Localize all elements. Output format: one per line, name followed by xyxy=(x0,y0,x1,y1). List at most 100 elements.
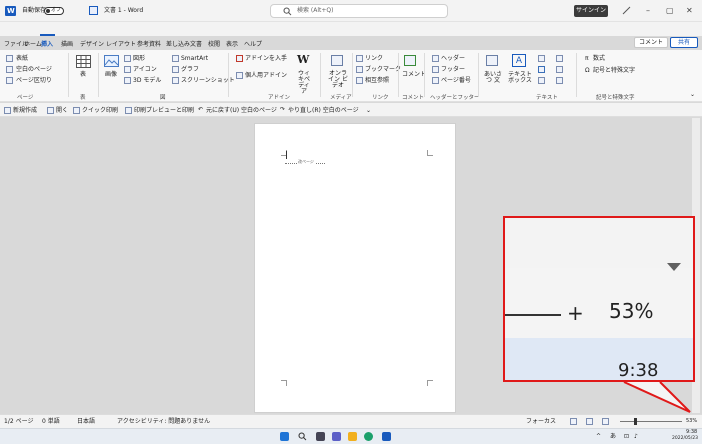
cover-page-button[interactable]: 表紙 xyxy=(16,56,28,62)
document-page[interactable]: 改ページ xyxy=(254,123,456,413)
zoom-callout: + 53% 9:38 xyxy=(503,216,695,382)
picture-icon xyxy=(104,55,119,67)
zoom-level[interactable]: 53% xyxy=(686,419,697,424)
blank-page-button[interactable]: 空白のページ xyxy=(16,67,52,73)
chat-icon[interactable] xyxy=(332,432,341,441)
tab-home[interactable]: ホーム xyxy=(24,42,42,48)
screenshot-button[interactable]: スクリーンショット xyxy=(181,78,235,84)
3d-model-button[interactable]: 3D モデル xyxy=(133,78,161,84)
ime-indicator[interactable]: あ xyxy=(610,434,616,440)
print-preview-icon xyxy=(125,107,132,114)
quick-print-button[interactable]: クイック印刷 xyxy=(82,108,118,114)
ribbon-tabs: ファイル ホーム 挿入 描画 デザイン レイアウト 参考資料 差し込み文書 校閲… xyxy=(0,22,702,48)
clock-time[interactable]: 9:38 xyxy=(686,430,697,435)
taskbar-search-icon[interactable] xyxy=(298,432,307,441)
my-addins-button[interactable]: 個人用アドイン xyxy=(245,73,287,79)
active-tab-indicator xyxy=(40,34,55,36)
open-button[interactable]: 開く xyxy=(56,108,68,114)
bookmark-button[interactable]: ブックマーク xyxy=(365,67,401,73)
ribbon-separator xyxy=(68,53,69,97)
print-preview-button[interactable]: 印刷プレビューと印刷 xyxy=(134,108,194,114)
cross-reference-button[interactable]: 相互参照 xyxy=(365,78,389,84)
task-view-icon[interactable] xyxy=(316,432,325,441)
smartart-button[interactable]: SmartArt xyxy=(181,56,208,62)
shapes-button[interactable]: 図形 xyxy=(133,56,145,62)
edge-icon[interactable] xyxy=(364,432,373,441)
tray-overflow-icon[interactable]: ^ xyxy=(596,434,601,440)
comments-button[interactable]: コメント xyxy=(634,37,668,48)
picture-button[interactable]: 画像 xyxy=(105,72,117,78)
accessibility-status[interactable]: アクセシビリティ: 問題ありません xyxy=(117,419,210,425)
new-document-button[interactable]: 新規作成 xyxy=(13,108,37,114)
share-button-label: 共有 xyxy=(677,39,690,46)
tab-references[interactable]: 参考資料 xyxy=(137,42,161,48)
ribbon-separator xyxy=(398,53,399,97)
tab-insert[interactable]: 挿入 xyxy=(41,42,53,48)
web-layout-icon[interactable] xyxy=(602,418,609,425)
scroll-down-arrow-icon[interactable] xyxy=(667,263,681,271)
network-icon[interactable]: ⊡ xyxy=(624,434,629,440)
undo-button[interactable]: 元に戻す(U) 空白のページ xyxy=(206,108,277,114)
greeting-button[interactable]: あいさつ 文 xyxy=(484,72,502,84)
clock-date[interactable]: 2022/05/23 xyxy=(672,436,698,442)
textbox-button[interactable]: テキスト ボックス xyxy=(508,72,532,84)
tab-design[interactable]: デザイン xyxy=(80,42,104,48)
tab-layout[interactable]: レイアウト xyxy=(106,42,136,48)
wikipedia-button[interactable]: ウィキペディア xyxy=(296,71,312,95)
page-break-marker: 改ページ xyxy=(297,159,315,164)
link-button[interactable]: リンク xyxy=(365,56,383,62)
close-button[interactable]: ✕ xyxy=(686,7,693,15)
page-number-button[interactable]: ページ番号 xyxy=(441,78,471,84)
redo-icon: ↷ xyxy=(280,106,286,113)
restore-button[interactable]: ▢ xyxy=(666,7,674,15)
tab-help[interactable]: ヘルプ xyxy=(244,42,262,48)
symbol-button[interactable]: 記号と特殊文字 xyxy=(593,68,635,74)
tab-draw[interactable]: 描画 xyxy=(61,42,73,48)
equation-button[interactable]: 数式 xyxy=(593,56,605,62)
customize-qat-icon[interactable]: ⌄ xyxy=(366,108,371,114)
word-taskbar-icon[interactable] xyxy=(382,432,391,441)
language-indicator[interactable]: 日本語 xyxy=(77,419,95,425)
tab-view[interactable]: 表示 xyxy=(226,42,238,48)
link-icon xyxy=(356,55,363,62)
redo-button[interactable]: やり直し(R) 空白のページ xyxy=(288,108,359,114)
start-icon[interactable] xyxy=(280,432,289,441)
autosave-toggle[interactable]: オフ xyxy=(44,7,64,15)
ribbon-separator xyxy=(320,53,321,97)
search-input[interactable]: 検索 (Alt+Q) xyxy=(270,4,448,18)
text-cursor xyxy=(286,151,287,159)
focus-button[interactable]: フォーカス xyxy=(526,419,556,425)
volume-icon[interactable]: ♪ xyxy=(634,434,638,440)
zoom-slider-thumb[interactable] xyxy=(634,418,637,425)
signin-button[interactable]: サインイン xyxy=(574,5,608,17)
screenshot-icon xyxy=(172,77,179,84)
group-label-text: テキスト xyxy=(536,95,558,101)
save-icon[interactable] xyxy=(89,6,98,15)
title-bar: 自動保存 オフ 文書 1 - Word 検索 (Alt+Q) サインイン – ▢… xyxy=(0,0,702,22)
search-placeholder: 検索 (Alt+Q) xyxy=(297,7,334,14)
page-count[interactable]: 1/2 ページ xyxy=(4,419,33,425)
zoom-slider[interactable] xyxy=(620,421,682,422)
get-addins-button[interactable]: アドインを入手 xyxy=(245,56,287,62)
header-button[interactable]: ヘッダー xyxy=(441,56,465,62)
share-button[interactable]: 共有 xyxy=(670,37,698,48)
chart-button[interactable]: グラフ xyxy=(181,67,199,73)
word-count[interactable]: 0 単語 xyxy=(42,419,60,425)
tab-review[interactable]: 校閲 xyxy=(208,42,220,48)
open-icon xyxy=(47,107,54,114)
page-break-button[interactable]: ページ区切り xyxy=(16,78,52,84)
pen-icon[interactable] xyxy=(622,6,631,15)
icons-button[interactable]: アイコン xyxy=(133,67,157,73)
footer-button[interactable]: フッター xyxy=(441,67,465,73)
table-button[interactable]: 表 xyxy=(80,72,86,78)
explorer-icon[interactable] xyxy=(348,432,357,441)
bookmark-icon xyxy=(356,66,363,73)
online-video-button[interactable]: オンライン ビデオ xyxy=(328,71,348,89)
print-layout-icon[interactable] xyxy=(586,418,593,425)
minimize-button[interactable]: – xyxy=(646,7,650,15)
read-mode-icon[interactable] xyxy=(570,418,577,425)
new-comment-button[interactable]: コメント xyxy=(402,72,426,78)
callout-zoom-plus: + xyxy=(567,301,584,325)
tab-mailings[interactable]: 差し込み文書 xyxy=(166,42,202,48)
ribbon-collapse-icon[interactable]: ⌄ xyxy=(690,92,695,98)
